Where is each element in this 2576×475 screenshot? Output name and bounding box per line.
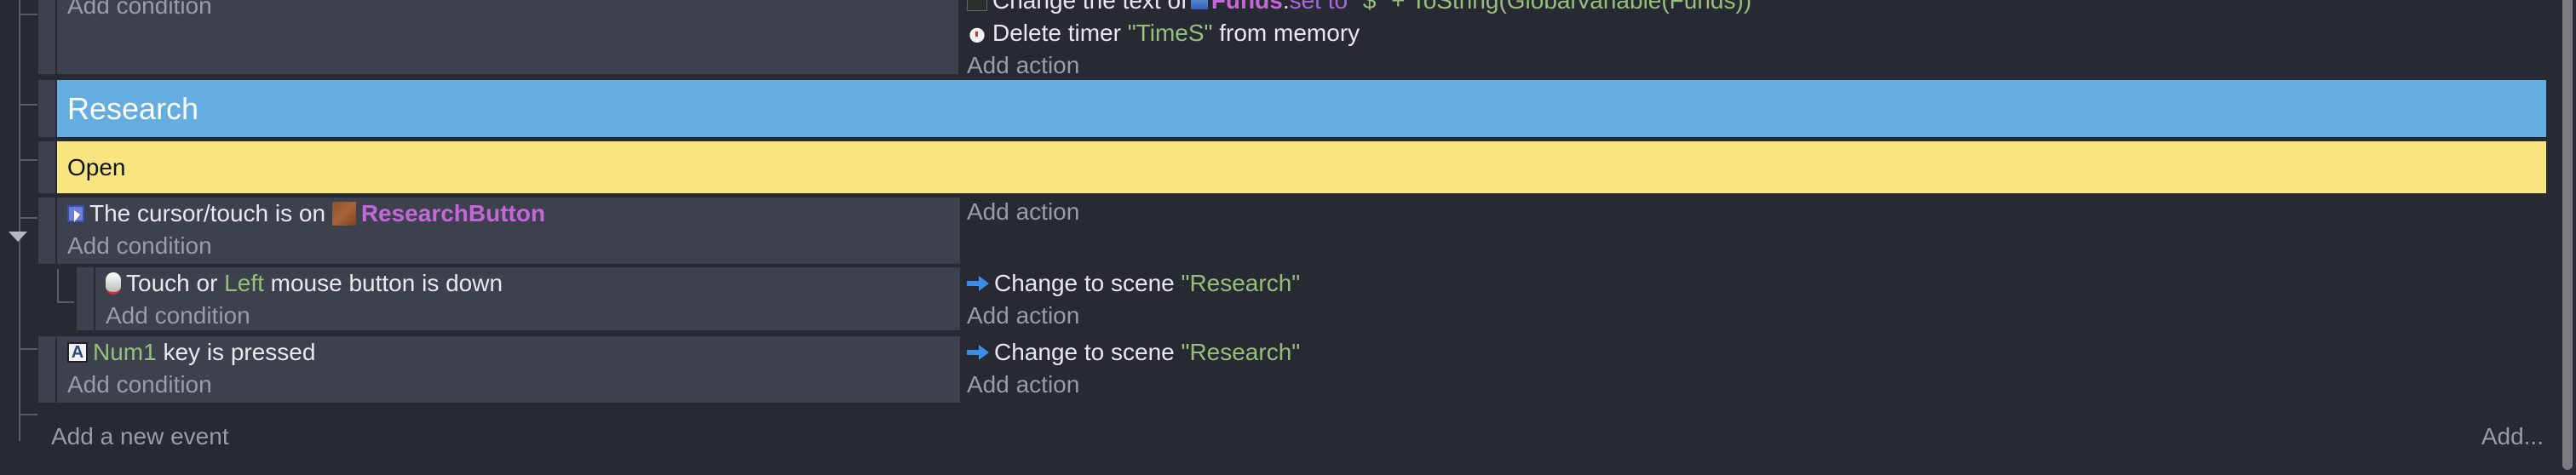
- keyboard-key-icon: A: [67, 342, 88, 363]
- event-actions: Change to scene "Research" Add action: [967, 336, 1300, 401]
- conditions-box: The cursor/touch is on ResearchButton Ad…: [57, 197, 960, 264]
- vertical-scrollbar[interactable]: [2562, 0, 2573, 470]
- event-gutter[interactable]: [38, 197, 55, 264]
- tree-tick: [19, 414, 37, 415]
- sprite-object-icon: [331, 202, 356, 226]
- previous-event[interactable]: Add condition: [38, 0, 975, 74]
- add-condition-link[interactable]: Add condition: [67, 369, 960, 401]
- add-condition-link[interactable]: Add condition: [106, 300, 960, 332]
- sub-tree-tick: [57, 301, 74, 303]
- collapse-arrow-icon[interactable]: [9, 232, 27, 242]
- add-action-link[interactable]: Add action: [967, 369, 1300, 401]
- add-condition-link[interactable]: Add condition: [57, 0, 958, 22]
- conditions-box: Touch or Left mouse button is down Add c…: [95, 267, 960, 330]
- add-condition-link[interactable]: Add condition: [67, 230, 960, 262]
- sub-tree-line: [57, 269, 59, 301]
- event-gutter[interactable]: [77, 267, 94, 330]
- condition-key-pressed[interactable]: A Num1 key is pressed: [67, 336, 960, 369]
- action-delete-timer[interactable]: Delete timer "TimeS" from memory: [967, 17, 1751, 49]
- add-action-link[interactable]: Add action: [967, 300, 1300, 332]
- action-change-text[interactable]: Change the text of Funds : set to "$" + …: [967, 0, 1751, 17]
- text-icon: [967, 0, 987, 11]
- sub-event-row[interactable]: Touch or Left mouse button is down Add c…: [77, 267, 960, 330]
- action-change-scene[interactable]: Change to scene "Research": [967, 267, 1300, 300]
- cursor-icon: [67, 205, 84, 222]
- event-gutter[interactable]: [38, 336, 55, 403]
- scene-arrow-icon: [967, 276, 989, 291]
- tree-line: [19, 0, 20, 441]
- tree-tick: [19, 348, 37, 350]
- condition-cursor-on-object[interactable]: The cursor/touch is on ResearchButton: [67, 197, 960, 230]
- funds-object-icon: [1190, 0, 1208, 9]
- add-new-event-button[interactable]: Add a new event: [51, 423, 229, 450]
- scene-arrow-icon: [967, 345, 989, 360]
- add-action-link[interactable]: Add action: [967, 196, 1079, 228]
- previous-event-actions: Change the text of Funds : set to "$" + …: [967, 0, 1751, 82]
- add-action-link[interactable]: Add action: [967, 49, 1751, 82]
- tree-tick: [19, 217, 37, 219]
- timer-icon: [967, 23, 987, 43]
- comment-block[interactable]: Open: [57, 141, 2546, 193]
- group-header[interactable]: Research: [57, 80, 2546, 137]
- action-change-scene[interactable]: Change to scene "Research": [967, 336, 1300, 369]
- event-row[interactable]: The cursor/touch is on ResearchButton Ad…: [38, 197, 960, 264]
- tree-tick: [19, 104, 37, 106]
- conditions-box: Add condition: [57, 0, 958, 74]
- event-actions: Add action: [967, 196, 1079, 228]
- add-more-button[interactable]: Add...: [2481, 423, 2544, 450]
- mouse-icon: [106, 272, 121, 295]
- conditions-box: A Num1 key is pressed Add condition: [57, 336, 960, 403]
- sub-event-actions: Change to scene "Research" Add action: [967, 267, 1300, 332]
- event-gutter[interactable]: [38, 0, 55, 74]
- group-gutter[interactable]: [38, 80, 55, 137]
- event-row[interactable]: A Num1 key is pressed Add condition: [38, 336, 960, 403]
- tree-tick: [19, 14, 37, 15]
- comment-gutter[interactable]: [38, 141, 55, 193]
- tree-tick: [19, 159, 37, 161]
- condition-mouse-down[interactable]: Touch or Left mouse button is down: [106, 267, 960, 300]
